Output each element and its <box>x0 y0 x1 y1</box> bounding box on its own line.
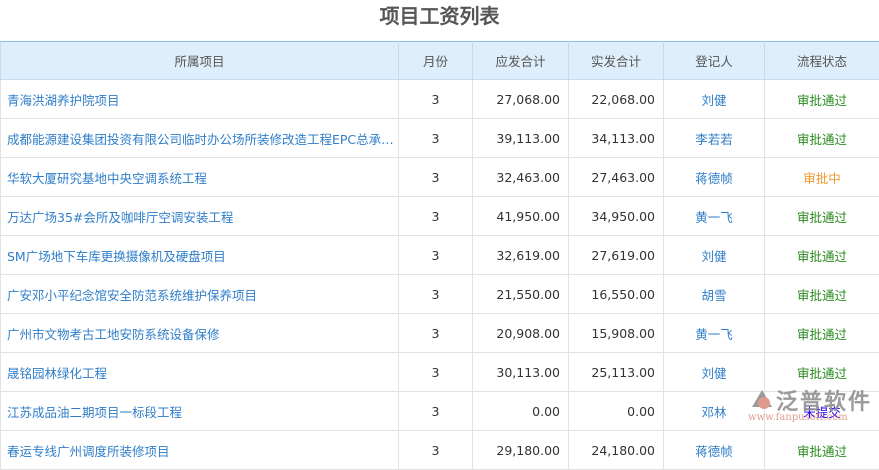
actual-pay-cell: 22,068.00 <box>569 80 664 119</box>
payable-cell: 32,619.00 <box>473 236 569 275</box>
actual-pay-cell: 24,180.00 <box>569 431 664 470</box>
month-cell: 3 <box>399 353 473 392</box>
actual-pay-cell: 34,113.00 <box>569 119 664 158</box>
registrant-link[interactable]: 黄一飞 <box>664 314 765 353</box>
status-cell: 审批通过 <box>765 431 879 470</box>
registrant-link[interactable]: 蒋德帧 <box>664 158 765 197</box>
payable-cell: 0.00 <box>473 392 569 431</box>
project-link[interactable]: 江苏成品油二期项目一标段工程 <box>1 392 399 431</box>
actual-pay-cell: 16,550.00 <box>569 275 664 314</box>
payable-cell: 20,908.00 <box>473 314 569 353</box>
column-header[interactable]: 应发合计 <box>473 42 569 80</box>
month-cell: 3 <box>399 197 473 236</box>
status-cell: 审批通过 <box>765 314 879 353</box>
registrant-link[interactable]: 刘健 <box>664 236 765 275</box>
month-cell: 3 <box>399 236 473 275</box>
registrant-link[interactable]: 蒋德帧 <box>664 431 765 470</box>
status-cell: 审批通过 <box>765 119 879 158</box>
project-link[interactable]: 春运专线广州调度所装修项目 <box>1 431 399 470</box>
watermark-url: www.fanpusoft.com <box>748 412 848 423</box>
payable-cell: 21,550.00 <box>473 275 569 314</box>
table-row[interactable]: 成都能源建设集团投资有限公司临时办公场所装修改造工程EPC总承包项目339,11… <box>1 119 879 158</box>
payable-cell: 30,113.00 <box>473 353 569 392</box>
registrant-link[interactable]: 胡雪 <box>664 275 765 314</box>
status-cell: 审批通过 <box>765 275 879 314</box>
month-cell: 3 <box>399 119 473 158</box>
month-cell: 3 <box>399 275 473 314</box>
month-cell: 3 <box>399 314 473 353</box>
project-link[interactable]: 晟铭园林绿化工程 <box>1 353 399 392</box>
status-cell: 审批中 <box>765 158 879 197</box>
status-cell: 审批通过 <box>765 236 879 275</box>
watermark-logo: 泛普软件 www.fanpusoft.com <box>748 384 872 416</box>
project-link[interactable]: 成都能源建设集团投资有限公司临时办公场所装修改造工程EPC总承包项目 <box>1 119 399 158</box>
page-title: 项目工资列表 <box>0 0 879 41</box>
registrant-link[interactable]: 李若若 <box>664 119 765 158</box>
column-header[interactable]: 流程状态 <box>765 42 879 80</box>
registrant-link[interactable]: 刘健 <box>664 80 765 119</box>
status-cell: 审批通过 <box>765 197 879 236</box>
month-cell: 3 <box>399 158 473 197</box>
table-row[interactable]: 广州市文物考古工地安防系统设备保修320,908.0015,908.00黄一飞审… <box>1 314 879 353</box>
project-link[interactable]: SM广场地下车库更换摄像机及硬盘项目 <box>1 236 399 275</box>
project-link[interactable]: 华软大厦研究基地中央空调系统工程 <box>1 158 399 197</box>
project-link[interactable]: 广安邓小平纪念馆安全防范系统维护保养项目 <box>1 275 399 314</box>
month-cell: 3 <box>399 431 473 470</box>
actual-pay-cell: 27,463.00 <box>569 158 664 197</box>
table-row[interactable]: 万达广场35#会所及咖啡厅空调安装工程341,950.0034,950.00黄一… <box>1 197 879 236</box>
column-header[interactable]: 所属项目 <box>1 42 399 80</box>
table-row[interactable]: 春运专线广州调度所装修项目329,180.0024,180.00蒋德帧审批通过 <box>1 431 879 470</box>
table-row[interactable]: 青海洪湖养护院项目327,068.0022,068.00刘健审批通过 <box>1 80 879 119</box>
registrant-link[interactable]: 黄一飞 <box>664 197 765 236</box>
project-link[interactable]: 青海洪湖养护院项目 <box>1 80 399 119</box>
table-row[interactable]: 华软大厦研究基地中央空调系统工程332,463.0027,463.00蒋德帧审批… <box>1 158 879 197</box>
status-cell: 审批通过 <box>765 80 879 119</box>
actual-pay-cell: 15,908.00 <box>569 314 664 353</box>
actual-pay-cell: 34,950.00 <box>569 197 664 236</box>
payable-cell: 39,113.00 <box>473 119 569 158</box>
payable-cell: 41,950.00 <box>473 197 569 236</box>
project-link[interactable]: 万达广场35#会所及咖啡厅空调安装工程 <box>1 197 399 236</box>
actual-pay-cell: 0.00 <box>569 392 664 431</box>
actual-pay-cell: 25,113.00 <box>569 353 664 392</box>
actual-pay-cell: 27,619.00 <box>569 236 664 275</box>
month-cell: 3 <box>399 392 473 431</box>
table-row[interactable]: 广安邓小平纪念馆安全防范系统维护保养项目321,550.0016,550.00胡… <box>1 275 879 314</box>
brand-logo-icon <box>748 387 776 413</box>
payable-cell: 32,463.00 <box>473 158 569 197</box>
table-row[interactable]: SM广场地下车库更换摄像机及硬盘项目332,619.0027,619.00刘健审… <box>1 236 879 275</box>
payable-cell: 27,068.00 <box>473 80 569 119</box>
column-header[interactable]: 实发合计 <box>569 42 664 80</box>
payable-cell: 29,180.00 <box>473 431 569 470</box>
project-link[interactable]: 广州市文物考古工地安防系统设备保修 <box>1 314 399 353</box>
month-cell: 3 <box>399 80 473 119</box>
column-header[interactable]: 登记人 <box>664 42 765 80</box>
column-header[interactable]: 月份 <box>399 42 473 80</box>
